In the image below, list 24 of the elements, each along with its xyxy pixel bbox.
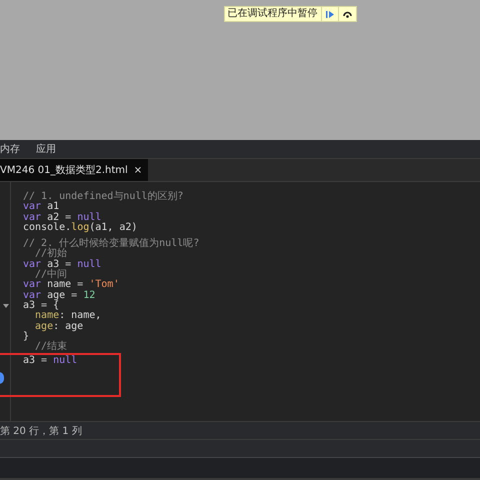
code-line: var a1	[23, 202, 60, 212]
code-line: console.log(a1, a2)	[23, 222, 138, 234]
cursor-position: 第 20 行，第 1 列	[0, 424, 82, 438]
code-line: //中间	[34, 270, 68, 280]
close-icon[interactable]: ×	[134, 164, 142, 176]
code-line: //结束	[34, 342, 68, 352]
paused-message: 已在调试程序中暂停	[226, 7, 318, 21]
code-line: var a3 = null	[23, 260, 102, 270]
code-line: a3 = null	[23, 356, 78, 366]
panel-tab[interactable]: 内存	[0, 140, 28, 158]
code-line: age: age	[34, 322, 84, 332]
code-line: var a2 = null	[23, 212, 102, 223]
fold-arrow-icon[interactable]	[3, 304, 9, 309]
step-over-icon	[342, 10, 352, 18]
panel-tab[interactable]: 应用	[28, 140, 64, 158]
code-line: var name = 'Tom'	[23, 280, 120, 290]
code-line: // 1. undefined与null的区别?	[23, 192, 184, 202]
file-tab[interactable]: VM246 01_数据类型2.html ×	[0, 159, 148, 181]
code-line: }	[23, 332, 30, 342]
resume-icon	[324, 10, 334, 18]
code-line: var age = 12	[23, 290, 96, 301]
code-line: name: name,	[34, 311, 102, 322]
code-line: //初始	[34, 249, 68, 260]
code-line: a3 = {	[23, 300, 200, 312]
